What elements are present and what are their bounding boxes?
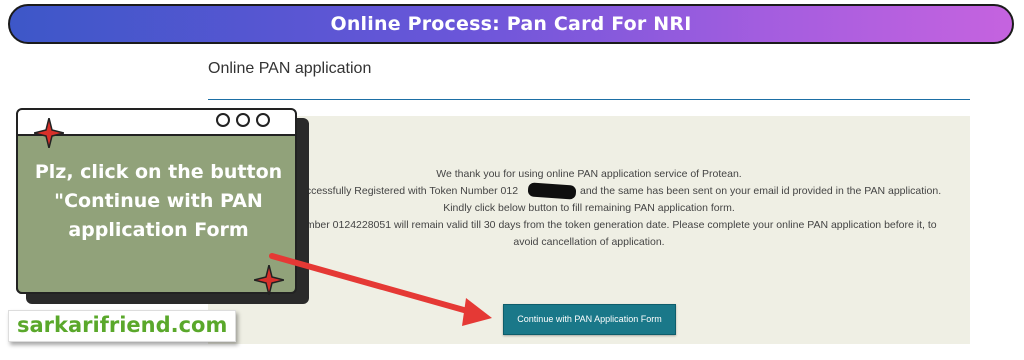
site-watermark: sarkarifriend.com [8, 310, 237, 342]
pointer-arrow-icon [269, 253, 492, 326]
